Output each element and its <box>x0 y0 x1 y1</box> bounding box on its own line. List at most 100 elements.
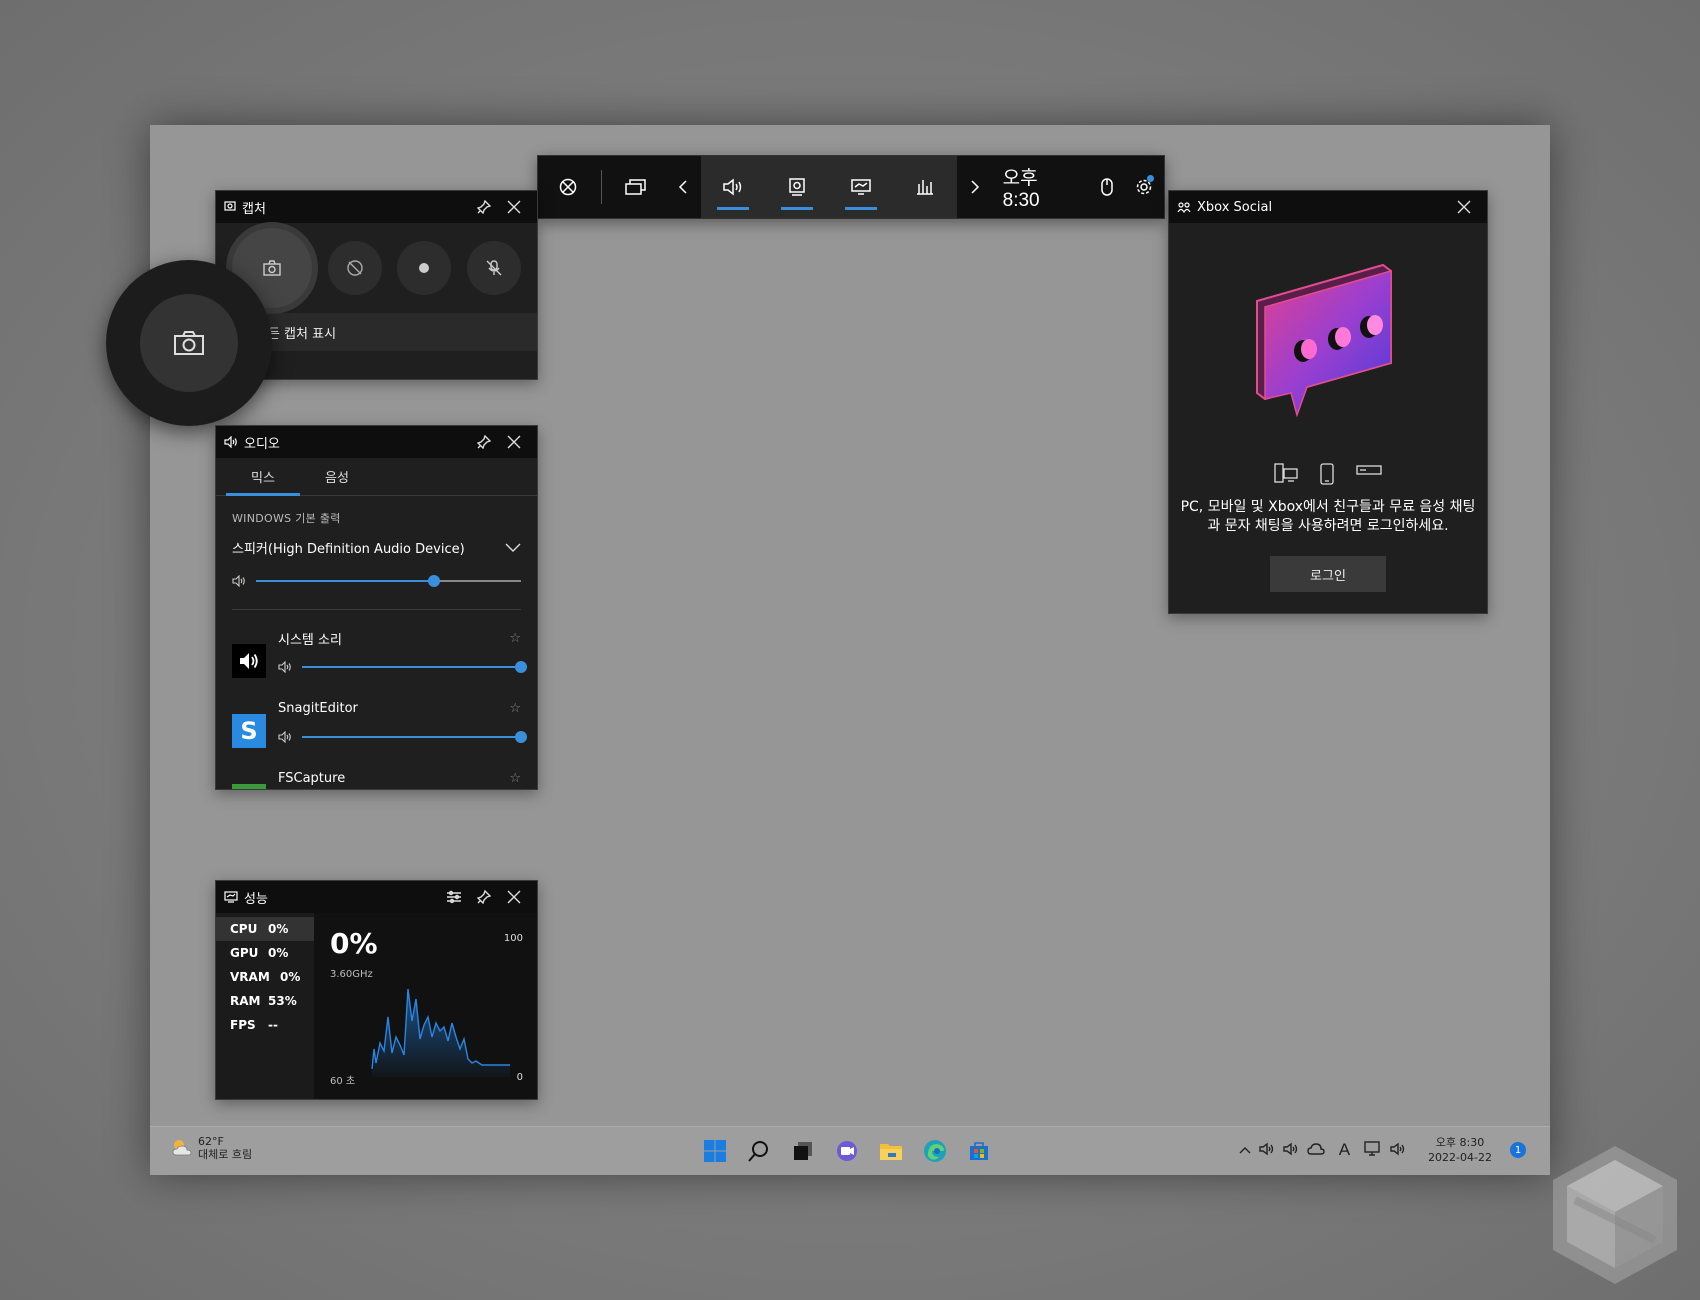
output-device-select[interactable]: 스피커(High Definition Audio Device) <box>216 532 537 563</box>
teams-chat-button[interactable] <box>832 1136 862 1166</box>
app-volume-row <box>278 722 527 752</box>
system-sounds-icon <box>232 644 266 678</box>
pin-button[interactable] <box>469 882 499 912</box>
close-button[interactable] <box>499 427 529 457</box>
edge-icon <box>924 1140 946 1162</box>
start-button[interactable] <box>700 1136 730 1166</box>
metric-value: 0% <box>280 970 301 984</box>
audio-panel: 오디오 믹스 음성 WINDOWS 기본 출력 스피커(High Definit… <box>215 425 538 790</box>
master-volume-row <box>216 563 537 599</box>
close-icon <box>1457 200 1471 214</box>
favorite-star-icon[interactable]: ☆ <box>509 631 521 646</box>
mouse-button[interactable] <box>1089 156 1125 218</box>
search-button[interactable] <box>744 1136 774 1166</box>
slider-thumb[interactable] <box>515 661 527 673</box>
cpu-history-line <box>371 988 510 1077</box>
slider-thumb[interactable] <box>515 731 527 743</box>
cloud-icon[interactable] <box>1307 1142 1325 1158</box>
master-volume-slider[interactable] <box>256 575 521 587</box>
settings-button[interactable] <box>1124 156 1164 218</box>
slider-fill <box>302 736 521 738</box>
metric-gpu[interactable]: GPU 0% <box>216 941 314 965</box>
file-explorer-button[interactable] <box>876 1136 906 1166</box>
widget-menu-button[interactable] <box>606 156 665 218</box>
people-icon <box>1177 202 1191 213</box>
task-view-icon <box>794 1142 812 1160</box>
metric-fps[interactable]: FPS -- <box>216 1013 314 1037</box>
camera-icon <box>263 260 281 276</box>
chat-icon <box>837 1141 857 1161</box>
magnified-button-face <box>140 294 238 392</box>
performance-widget-button[interactable] <box>829 156 893 218</box>
metric-key: FPS <box>230 1018 256 1032</box>
weather-cloud-icon <box>172 1140 192 1156</box>
tray-time: 오후 8:30 <box>1435 1136 1485 1149</box>
login-button[interactable]: 로그인 <box>1270 556 1386 592</box>
start-recording-button[interactable] <box>397 241 452 295</box>
pin-button[interactable] <box>469 427 499 457</box>
input-method-icon[interactable]: A <box>1339 1140 1350 1160</box>
watermark-cube-logo <box>1553 1146 1677 1284</box>
slider-thumb[interactable] <box>427 575 440 587</box>
metric-key: RAM <box>230 994 261 1008</box>
audio-widget-button[interactable] <box>701 156 765 218</box>
notification-badge[interactable]: 1 <box>1510 1142 1526 1158</box>
magnified-screenshot-button[interactable] <box>106 260 272 426</box>
close-icon <box>507 890 521 904</box>
chat-bubble-illustration <box>1256 263 1392 418</box>
microphone-off-icon <box>486 260 502 276</box>
game-bar: 오후 8:30 <box>537 155 1165 219</box>
task-view-button[interactable] <box>788 1136 818 1166</box>
resources-widget-button[interactable] <box>893 156 957 218</box>
options-button[interactable] <box>439 882 469 912</box>
app-volume-slider[interactable] <box>302 661 527 673</box>
taskbar-apps <box>700 1136 994 1166</box>
edge-button[interactable] <box>920 1136 950 1166</box>
metric-value: 0% <box>268 946 289 960</box>
speaker-icon[interactable] <box>1259 1142 1275 1159</box>
pin-button[interactable] <box>469 192 499 222</box>
store-button[interactable] <box>964 1136 994 1166</box>
xbox-button[interactable] <box>538 156 597 218</box>
panel-title: Xbox Social <box>1197 199 1273 215</box>
pin-icon <box>477 200 491 214</box>
capture-panel-header: 캡처 <box>216 191 537 223</box>
weather-widget[interactable]: 62°F 대체로 흐림 <box>170 1135 252 1161</box>
metric-list: CPU 0% GPU 0% VRAM 0% RAM 53% FPS -- <box>216 913 314 1099</box>
tab-mix[interactable]: 믹스 <box>226 458 300 496</box>
scroll-right-button[interactable] <box>957 156 993 218</box>
xbox-social-panel: Xbox Social PC, 모바일 및 Xbox에서 친구들과 무료 음성 … <box>1168 190 1488 614</box>
close-icon <box>507 200 521 214</box>
speaker-icon <box>278 731 291 743</box>
tab-voice[interactable]: 음성 <box>300 458 374 495</box>
favorite-star-icon[interactable]: ☆ <box>509 701 521 716</box>
slider-fill <box>256 580 434 582</box>
metric-cpu[interactable]: CPU 0% <box>216 917 314 941</box>
metric-vram[interactable]: VRAM 0% <box>216 965 314 989</box>
record-icon <box>419 263 430 273</box>
close-button[interactable] <box>499 882 529 912</box>
close-button[interactable] <box>1449 192 1479 222</box>
section-label: WINDOWS 기본 출력 <box>232 512 341 525</box>
xbox-icon <box>559 178 576 196</box>
microphone-toggle-button[interactable] <box>467 241 522 295</box>
metric-ram[interactable]: RAM 53% <box>216 989 314 1013</box>
audio-panel-header: 오디오 <box>216 426 537 458</box>
clock-date[interactable]: 오후 8:30 2022-04-22 <box>1428 1135 1492 1165</box>
y-max-label: 100 <box>503 933 523 944</box>
capture-widget-button[interactable] <box>765 156 829 218</box>
performance-body: CPU 0% GPU 0% VRAM 0% RAM 53% FPS -- 0% 3.60G… <box>216 913 537 1099</box>
chevron-up-icon[interactable] <box>1239 1143 1251 1157</box>
close-button[interactable] <box>499 192 529 222</box>
snagit-icon: S <box>232 714 266 748</box>
speaker-icon[interactable] <box>1283 1142 1299 1159</box>
record-last-button[interactable] <box>327 241 382 295</box>
speaker-icon[interactable] <box>1390 1142 1406 1159</box>
scroll-left-button[interactable] <box>666 156 702 218</box>
metric-key: CPU <box>230 922 258 936</box>
favorite-star-icon[interactable]: ☆ <box>509 771 521 786</box>
divider <box>232 609 521 610</box>
audio-tabs: 믹스 음성 <box>216 458 537 496</box>
network-icon[interactable] <box>1364 1140 1382 1160</box>
app-volume-slider[interactable] <box>302 731 527 743</box>
